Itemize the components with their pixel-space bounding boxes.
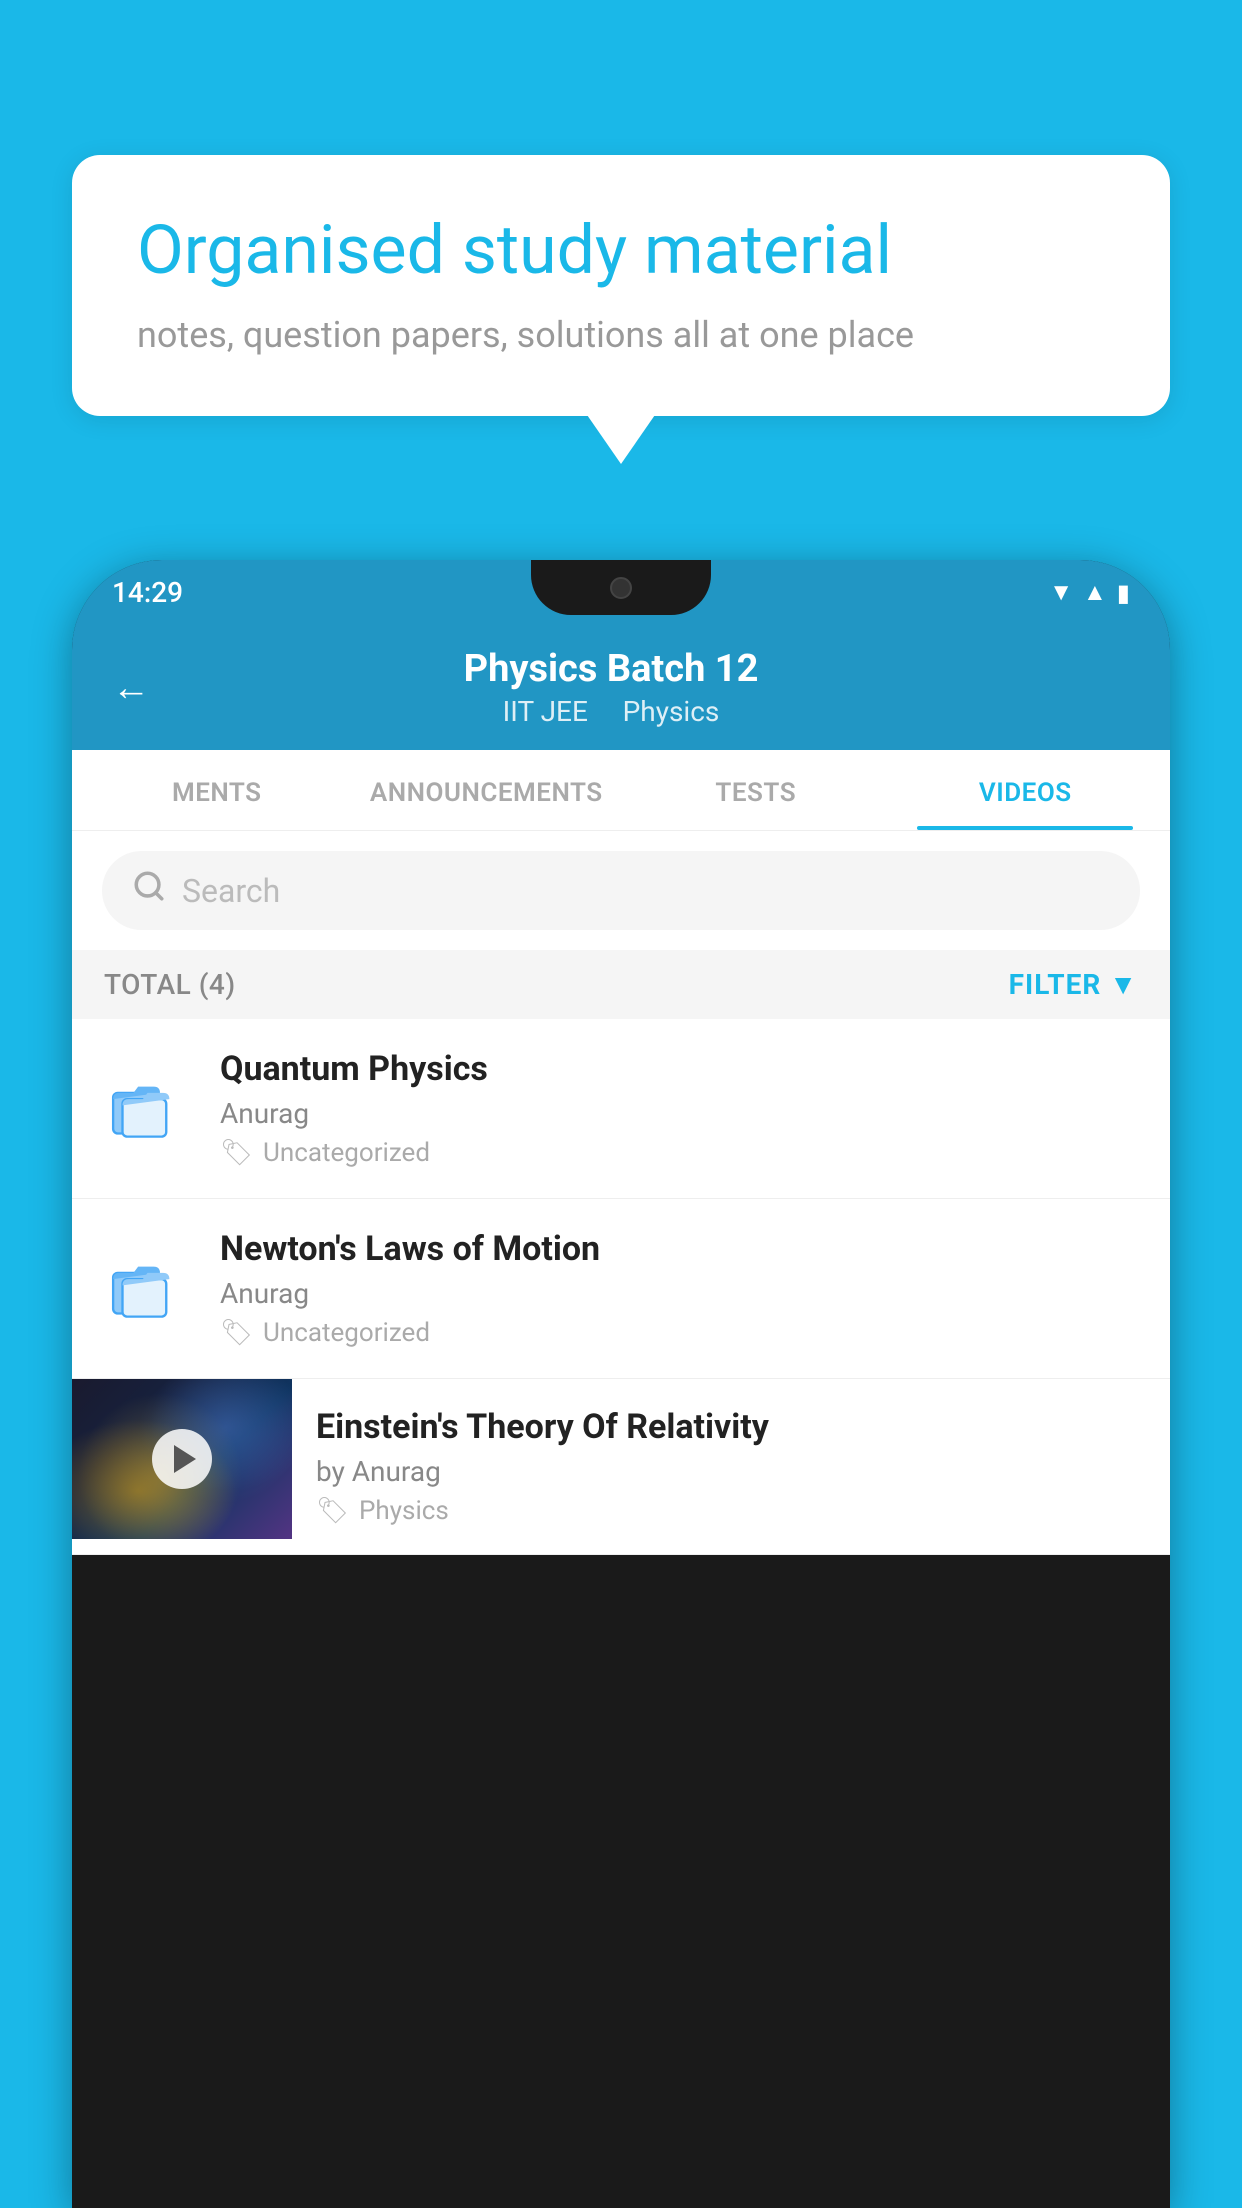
- header-title: Physics Batch 12: [170, 647, 1052, 691]
- phone-frame: 14:29 ▼ ▲ ▮ ← Physics Batch 12 IIT JEE P…: [72, 560, 1170, 2208]
- video-title: Einstein's Theory Of Relativity: [316, 1407, 1146, 1447]
- wifi-icon: ▼: [1049, 578, 1073, 607]
- bubble-subtitle: notes, question papers, solutions all at…: [137, 314, 1105, 356]
- battery-icon: ▮: [1117, 579, 1130, 607]
- back-button[interactable]: ←: [112, 666, 150, 710]
- item-author: Anurag: [220, 1097, 1140, 1130]
- item-title: Quantum Physics: [220, 1049, 1140, 1089]
- header-center: Physics Batch 12 IIT JEE Physics: [170, 647, 1052, 728]
- notch: [531, 560, 711, 615]
- item-info: Quantum Physics Anurag 🏷 Uncategorized: [220, 1049, 1140, 1168]
- tag-icon: 🏷: [220, 1138, 253, 1168]
- search-container: Search: [72, 831, 1170, 950]
- video-tag: 🏷 Physics: [316, 1496, 1146, 1526]
- list-container: Quantum Physics Anurag 🏷 Uncategorized: [72, 1019, 1170, 1555]
- total-count: TOTAL (4): [104, 968, 236, 1001]
- tabs-bar: MENTS ANNOUNCEMENTS TESTS VIDEOS: [72, 750, 1170, 831]
- speech-bubble: Organised study material notes, question…: [72, 155, 1170, 416]
- tab-tests[interactable]: TESTS: [621, 750, 891, 830]
- search-input-placeholder: Search: [182, 872, 280, 910]
- item-author: Anurag: [220, 1277, 1140, 1310]
- folder-icon: [102, 1244, 192, 1334]
- folder-icon: [102, 1064, 192, 1154]
- filter-button[interactable]: FILTER ▼: [1009, 968, 1138, 1001]
- search-icon: [132, 869, 166, 912]
- video-info: Einstein's Theory Of Relativity by Anura…: [292, 1379, 1170, 1554]
- signal-icon: ▲: [1083, 578, 1107, 607]
- filter-funnel-icon: ▼: [1109, 968, 1138, 1001]
- play-triangle-icon: [174, 1445, 196, 1473]
- video-author: by Anurag: [316, 1455, 1146, 1488]
- app-header: ← Physics Batch 12 IIT JEE Physics: [72, 625, 1170, 750]
- list-item[interactable]: Quantum Physics Anurag 🏷 Uncategorized: [72, 1019, 1170, 1199]
- status-bar: 14:29 ▼ ▲ ▮: [72, 560, 1170, 625]
- filter-bar: TOTAL (4) FILTER ▼: [72, 950, 1170, 1019]
- tab-videos[interactable]: VIDEOS: [891, 750, 1161, 830]
- status-time: 14:29: [112, 576, 183, 609]
- item-info: Newton's Laws of Motion Anurag 🏷 Uncateg…: [220, 1229, 1140, 1348]
- video-thumbnail: [72, 1379, 292, 1539]
- header-subtitle: IIT JEE Physics: [170, 695, 1052, 728]
- item-tag: 🏷 Uncategorized: [220, 1318, 1140, 1348]
- play-button[interactable]: [152, 1429, 212, 1489]
- tab-ments[interactable]: MENTS: [82, 750, 352, 830]
- bubble-title: Organised study material: [137, 210, 1105, 292]
- list-item[interactable]: Newton's Laws of Motion Anurag 🏷 Uncateg…: [72, 1199, 1170, 1379]
- item-title: Newton's Laws of Motion: [220, 1229, 1140, 1269]
- tag-icon: 🏷: [220, 1318, 253, 1348]
- search-box[interactable]: Search: [102, 851, 1140, 930]
- tab-announcements[interactable]: ANNOUNCEMENTS: [352, 750, 622, 830]
- video-list-item[interactable]: Einstein's Theory Of Relativity by Anura…: [72, 1379, 1170, 1555]
- item-tag: 🏷 Uncategorized: [220, 1138, 1140, 1168]
- tag-icon: 🏷: [316, 1496, 349, 1526]
- status-icons: ▼ ▲ ▮: [1049, 578, 1130, 607]
- camera-dot: [610, 577, 632, 599]
